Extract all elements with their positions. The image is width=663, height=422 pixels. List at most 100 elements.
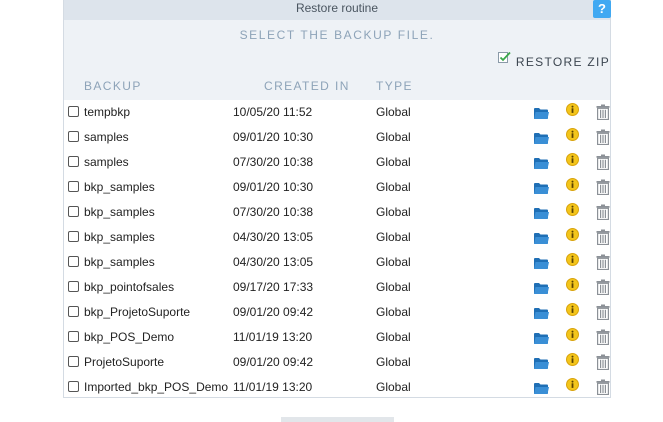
trash-icon[interactable] xyxy=(596,279,610,298)
backup-name: bkp_samples xyxy=(84,205,155,219)
backup-row[interactable]: bkp_pointofsales 09/17/20 17:33 Global xyxy=(64,275,610,300)
backup-name: tempbkp xyxy=(84,105,131,119)
backup-row[interactable]: Imported_bkp_POS_Demo 11/01/19 13:20 Globa… xyxy=(64,375,610,400)
backup-created: 09/01/20 10:30 xyxy=(233,180,314,194)
backup-checkbox[interactable] xyxy=(68,281,79,292)
folder-icon[interactable] xyxy=(534,132,549,147)
backup-row[interactable]: bkp_samples 09/01/20 10:30 Global xyxy=(64,175,610,200)
backup-created: 09/01/20 09:42 xyxy=(233,355,314,369)
folder-icon[interactable] xyxy=(534,207,549,222)
backup-row[interactable]: bkp_samples 04/30/20 13:05 Global xyxy=(64,250,610,275)
trash-icon[interactable] xyxy=(596,329,610,348)
backup-row[interactable]: bkp_ProjetoSuporte 09/01/20 09:42 Global xyxy=(64,300,610,325)
info-icon[interactable] xyxy=(566,253,579,269)
trash-icon[interactable] xyxy=(596,379,610,398)
info-icon[interactable] xyxy=(566,378,579,394)
backup-checkbox[interactable] xyxy=(68,206,79,217)
backup-checkbox[interactable] xyxy=(68,106,79,117)
backup-checkbox[interactable] xyxy=(68,356,79,367)
info-icon[interactable] xyxy=(566,278,579,294)
backup-checkbox[interactable] xyxy=(68,381,79,392)
folder-icon[interactable] xyxy=(534,107,549,122)
backup-name: bkp_samples xyxy=(84,255,155,269)
restore-routine-dialog: Restore routine ? SELECT THE BACKUP FILE… xyxy=(63,0,611,398)
trash-icon[interactable] xyxy=(596,304,610,323)
backup-row[interactable]: bkp_samples 07/30/20 10:38 Global xyxy=(64,200,610,225)
folder-icon[interactable] xyxy=(534,157,549,172)
folder-icon[interactable] xyxy=(534,182,549,197)
backup-created: 07/30/20 10:38 xyxy=(233,205,314,219)
trash-icon[interactable] xyxy=(596,154,610,173)
info-icon[interactable] xyxy=(566,228,579,244)
backup-type: Global xyxy=(376,155,411,169)
backup-created: 09/01/20 10:30 xyxy=(233,130,314,144)
backup-row[interactable]: samples 07/30/20 10:38 Global xyxy=(64,150,610,175)
backup-checkbox[interactable] xyxy=(68,256,79,267)
instruction-label: SELECT THE BACKUP FILE. xyxy=(239,28,435,42)
backup-type: Global xyxy=(376,380,411,394)
backup-name: samples xyxy=(84,130,129,144)
backup-type: Global xyxy=(376,205,411,219)
backup-checkbox[interactable] xyxy=(68,131,79,142)
help-button[interactable]: ? xyxy=(593,0,611,18)
backup-name: Imported_bkp_POS_Demo xyxy=(84,380,229,394)
trash-icon[interactable] xyxy=(596,179,610,198)
backup-type: Global xyxy=(376,355,411,369)
backup-checkbox[interactable] xyxy=(68,306,79,317)
column-header-backup[interactable]: BACKUP xyxy=(84,79,142,93)
backup-row[interactable]: tempbkp 10/05/20 11:52 Global xyxy=(64,100,610,125)
trash-icon[interactable] xyxy=(596,354,610,373)
trash-icon[interactable] xyxy=(596,129,610,148)
backup-row[interactable]: bkp_samples 04/30/20 13:05 Global xyxy=(64,225,610,250)
backup-type: Global xyxy=(376,130,411,144)
folder-icon[interactable] xyxy=(534,382,549,397)
folder-icon[interactable] xyxy=(534,257,549,272)
backup-type: Global xyxy=(376,180,411,194)
info-icon[interactable] xyxy=(566,303,579,319)
backup-checkbox[interactable] xyxy=(68,231,79,242)
dialog-header: SELECT THE BACKUP FILE. RESTORE ZIP BACK… xyxy=(64,20,610,100)
trash-icon[interactable] xyxy=(596,204,610,223)
trash-icon[interactable] xyxy=(596,229,610,248)
restore-zip-button[interactable]: RESTORE ZIP xyxy=(497,51,610,69)
column-header-type[interactable]: TYPE xyxy=(376,79,413,93)
backup-type: Global xyxy=(376,255,411,269)
info-icon[interactable] xyxy=(566,128,579,144)
backup-checkbox[interactable] xyxy=(68,331,79,342)
dialog-title: Restore routine xyxy=(295,1,379,15)
backup-name: ProjetoSuporte xyxy=(84,355,165,369)
folder-icon[interactable] xyxy=(534,332,549,347)
backup-row[interactable]: ProjetoSuporte 09/01/20 09:42 Global xyxy=(64,350,610,375)
backup-name: bkp_ProjetoSuporte xyxy=(84,305,191,319)
column-header-created-in[interactable]: CREATED IN xyxy=(264,79,350,93)
backup-type: Global xyxy=(376,305,411,319)
backup-created: 09/17/20 17:33 xyxy=(233,280,314,294)
backup-created: 11/01/19 13:20 xyxy=(233,380,313,394)
folder-icon[interactable] xyxy=(534,357,549,372)
backup-row[interactable]: bkp_POS_Demo 11/01/19 13:20 Global xyxy=(64,325,610,350)
backup-checkbox[interactable] xyxy=(68,181,79,192)
folder-icon[interactable] xyxy=(534,307,549,322)
trash-icon[interactable] xyxy=(596,254,610,273)
info-icon[interactable] xyxy=(566,328,579,344)
trash-icon[interactable] xyxy=(596,104,610,123)
info-icon[interactable] xyxy=(566,203,579,219)
folder-icon[interactable] xyxy=(534,282,549,297)
folder-icon[interactable] xyxy=(534,232,549,247)
backup-name: bkp_POS_Demo xyxy=(84,330,175,344)
info-icon[interactable] xyxy=(566,178,579,194)
info-icon[interactable] xyxy=(566,153,579,169)
backup-type: Global xyxy=(376,280,411,294)
bottom-button[interactable] xyxy=(281,417,394,422)
backup-checkbox[interactable] xyxy=(68,156,79,167)
backup-created: 04/30/20 13:05 xyxy=(233,255,314,269)
checkmark-document-icon xyxy=(497,51,511,63)
backup-name: bkp_samples xyxy=(84,180,155,194)
backup-row[interactable]: samples 09/01/20 10:30 Global xyxy=(64,125,610,150)
backup-created: 09/01/20 09:42 xyxy=(233,305,314,319)
backup-created: 07/30/20 10:38 xyxy=(233,155,314,169)
info-icon[interactable] xyxy=(566,353,579,369)
title-bar: Restore routine ? xyxy=(64,0,611,20)
info-icon[interactable] xyxy=(566,103,579,119)
backup-created: 11/01/19 13:20 xyxy=(233,330,313,344)
